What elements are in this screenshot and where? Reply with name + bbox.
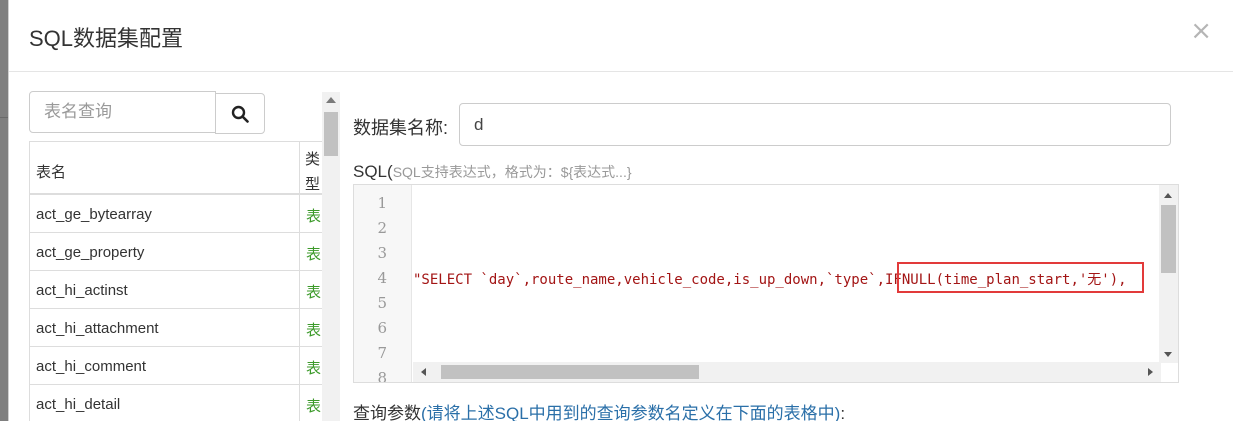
- line-number: 7: [377, 344, 387, 362]
- table-row[interactable]: act_hi_actinst 表: [30, 271, 323, 309]
- dialog-header: SQL数据集配置 ×: [9, 0, 1233, 72]
- editor-horizontal-scrollbar[interactable]: [413, 362, 1161, 382]
- table-row[interactable]: act_hi_detail 表: [30, 385, 323, 421]
- line-number: 8: [377, 369, 387, 383]
- table-row[interactable]: act_hi_attachment 表: [30, 309, 323, 347]
- line-number: 3: [377, 244, 387, 262]
- sql-editor[interactable]: 1 2 3 4 5 6 7 8 "SELECT `day`,route_name…: [353, 184, 1179, 383]
- scrollbar-thumb[interactable]: [324, 112, 338, 156]
- scroll-up-arrow-icon[interactable]: [326, 97, 336, 103]
- table-row[interactable]: act_ge_bytearray 表: [30, 195, 323, 233]
- table-type: 表: [299, 233, 323, 271]
- line-number: 4: [377, 269, 387, 287]
- table-row[interactable]: act_hi_comment 表: [30, 347, 323, 385]
- scrollbar-thumb[interactable]: [441, 365, 699, 379]
- table-row[interactable]: act_ge_property 表: [30, 233, 323, 271]
- scroll-left-arrow-icon[interactable]: [421, 368, 426, 376]
- line-number: 2: [377, 219, 387, 237]
- table-type: 表: [299, 385, 323, 421]
- table-name: act_ge_bytearray: [36, 206, 152, 223]
- column-header-name[interactable]: 表名: [36, 161, 66, 182]
- line-number: 5: [377, 294, 387, 312]
- table-name: act_hi_detail: [36, 396, 121, 413]
- table-type: 表: [299, 195, 323, 233]
- table-search-input[interactable]: [29, 91, 216, 133]
- query-params-title: 查询参数: [353, 404, 421, 421]
- line-number: 6: [377, 319, 387, 337]
- table-header: 表名 类型: [30, 141, 323, 196]
- table-type: 表: [299, 309, 323, 347]
- table-name: act_ge_property: [36, 244, 145, 261]
- query-params-label: 查询参数(请将上述SQL中用到的查询参数名定义在下面的表格中):: [353, 399, 845, 421]
- table-name: act_hi_comment: [36, 358, 147, 375]
- sql-hint: SQL支持表达式，格式为：${表达式...}: [392, 164, 632, 180]
- line-number-gutter: 1 2 3 4 5 6 7 8: [354, 185, 412, 383]
- editor-vertical-scrollbar[interactable]: [1159, 185, 1178, 363]
- sql-label-prefix: SQL(: [353, 162, 393, 181]
- search-icon: [231, 105, 249, 123]
- close-button[interactable]: ×: [1190, 16, 1212, 46]
- table-type: 表: [299, 347, 323, 385]
- table-name: act_hi_attachment: [36, 320, 159, 337]
- table-name: act_hi_actinst: [36, 282, 128, 299]
- annotation-highlight-box: [897, 262, 1144, 293]
- sql-label: SQL(SQL支持表达式，格式为：${表达式...}: [353, 162, 632, 182]
- table-list: 表名 类型 act_ge_bytearray 表 act_ge_property…: [29, 141, 323, 421]
- query-params-note: (请将上述SQL中用到的查询参数名定义在下面的表格中): [421, 404, 841, 421]
- query-params-colon: :: [840, 404, 846, 421]
- dialog-title: SQL数据集配置: [29, 26, 184, 51]
- search-button[interactable]: [215, 93, 265, 134]
- sql-dataset-dialog: SQL数据集配置 × 表名 类型 act_ge_bytearray 表 act_…: [8, 0, 1233, 421]
- line-number: 1: [377, 194, 387, 212]
- scroll-up-arrow-icon[interactable]: [1164, 193, 1172, 198]
- scroll-right-arrow-icon[interactable]: [1148, 368, 1153, 376]
- column-header-type[interactable]: 类型: [299, 142, 320, 196]
- table-list-scrollbar[interactable]: [322, 92, 340, 421]
- scrollbar-thumb[interactable]: [1161, 205, 1176, 273]
- scroll-down-arrow-icon[interactable]: [1164, 352, 1172, 357]
- dataset-name-label: 数据集名称:: [353, 118, 449, 138]
- table-type: 表: [299, 271, 323, 309]
- dataset-name-input[interactable]: [459, 103, 1171, 146]
